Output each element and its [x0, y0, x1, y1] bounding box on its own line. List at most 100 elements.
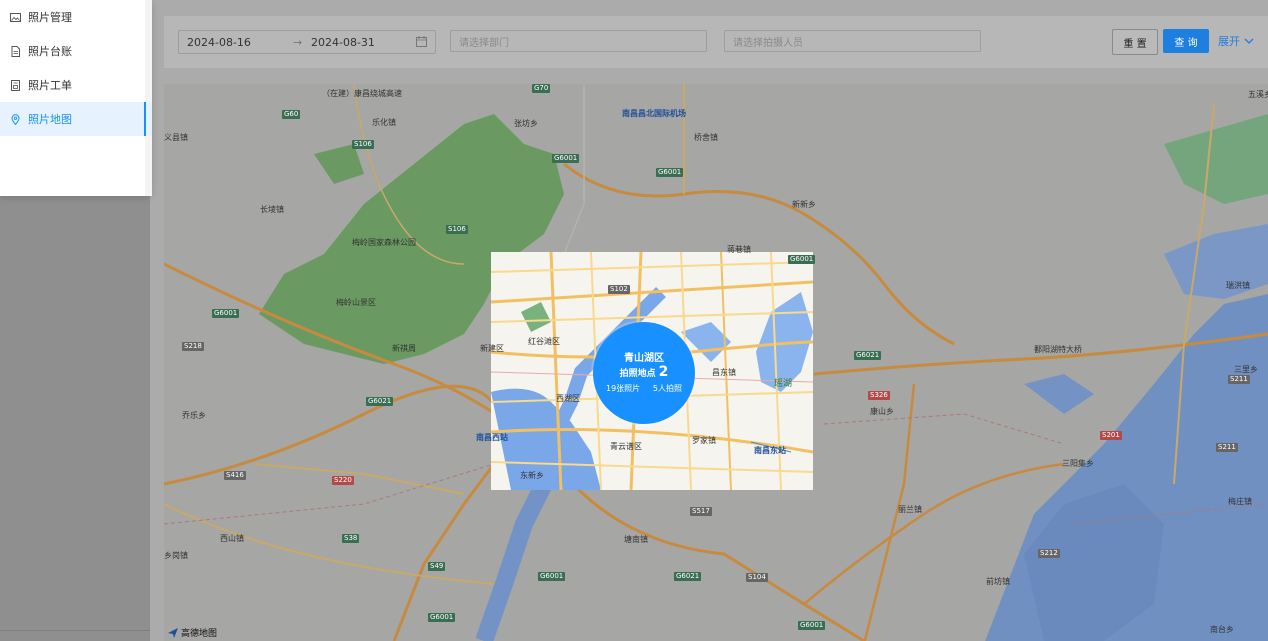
sidebar-item-photo-ledger[interactable]: 照片台账 — [0, 34, 152, 68]
date-range-picker[interactable]: 2024-08-16 → 2024-08-31 — [178, 30, 436, 54]
date-separator: → — [293, 35, 303, 49]
map-label: 瑞洪镇 — [1226, 281, 1250, 290]
expand-button[interactable]: 展开 — [1218, 33, 1254, 49]
road-shield: S201 — [1100, 431, 1122, 440]
divider — [0, 630, 150, 631]
sidebar-item-photo-map[interactable]: 照片地图 — [0, 102, 152, 136]
road-shield: G6001 — [212, 309, 240, 318]
map-label: 丽兰镇 — [898, 505, 922, 514]
map-label: 康山乡 — [870, 407, 894, 416]
department-placeholder: 请选择部门 — [459, 37, 509, 49]
map-label: 新新乡 — [792, 200, 816, 209]
amap-logo: 高德地图 — [168, 626, 217, 639]
cluster-spots-count: 2 — [658, 364, 669, 380]
road-shield: G6001 — [428, 613, 456, 622]
sidebar-menu: 照片管理 照片台账 照片工单 照片地图 — [0, 0, 152, 196]
map-label: 瑶湖 — [774, 379, 793, 389]
sidebar-item-label: 照片工单 — [28, 79, 72, 92]
document-icon — [10, 45, 21, 57]
road-shield: S106 — [446, 225, 468, 234]
cluster-spots-label: 拍照地点 — [619, 369, 656, 379]
map-label: （在建）康昌绕城高速 — [322, 89, 402, 98]
map-label: 梅岭国家森林公园 — [352, 238, 416, 247]
map-view[interactable]: （在建）康昌绕城高速 南昌昌北国际机场 梅岭国家森林公园 梅岭山景区 乐化镇 张… — [164, 84, 1268, 641]
map-label: 五溪乡 — [1248, 90, 1268, 99]
calendar-icon[interactable] — [416, 36, 427, 50]
map-label: 梅岭山景区 — [336, 298, 376, 307]
map-label: 张坊乡 — [514, 119, 538, 128]
cluster-people: 5人拍照 — [652, 384, 682, 393]
expand-label: 展开 — [1218, 35, 1240, 48]
date-start[interactable]: 2024-08-16 — [187, 36, 251, 49]
map-label: 三阳集乡 — [1062, 459, 1094, 468]
road-shield: G6001 — [538, 572, 566, 581]
sidebar-item-label: 照片管理 — [28, 11, 72, 24]
map-label: 蒋巷镇 — [727, 245, 751, 254]
road-shield: G6021 — [366, 397, 394, 406]
road-shield: S220 — [332, 476, 354, 485]
department-select[interactable]: 请选择部门 — [450, 30, 707, 52]
map-label: 新建区 — [480, 344, 504, 353]
sidebar-item-label: 照片地图 — [28, 113, 72, 126]
map-label: 南昌东站 — [754, 446, 786, 455]
road-shield: G6001 — [552, 154, 580, 163]
sidebar-item-photo-management[interactable]: 照片管理 — [0, 0, 152, 34]
map-label: 南台乡 — [1210, 625, 1234, 634]
cluster-district: 青山湖区 — [624, 353, 664, 364]
map-label: 梅庄镇 — [1228, 497, 1252, 506]
map-label: 罗家镇 — [692, 436, 716, 445]
main-content: 2024-08-16 → 2024-08-31 请选择部门 请选择拍摄人员 重 … — [150, 0, 1268, 641]
map-label: 义县镇 — [164, 133, 188, 142]
cluster-spots: 拍照地点 2 — [593, 364, 695, 380]
road-shield: S211 — [1216, 443, 1238, 452]
image-icon — [10, 12, 21, 23]
map-label: 三里乡 — [1234, 365, 1258, 374]
date-end[interactable]: 2024-08-31 — [311, 36, 375, 49]
map-label: 西山镇 — [220, 534, 244, 543]
road-shield: S49 — [428, 562, 446, 571]
chevron-down-icon — [1244, 35, 1254, 48]
road-shield: S218 — [182, 342, 204, 351]
filter-bar: 2024-08-16 → 2024-08-31 请选择部门 请选择拍摄人员 重 … — [164, 16, 1268, 68]
photographer-placeholder: 请选择拍摄人员 — [733, 37, 803, 49]
reset-button[interactable]: 重 置 — [1112, 29, 1158, 55]
map-label: 鄱阳湖特大桥 — [1034, 345, 1082, 354]
cluster-stats: 19张照片 5人拍照 — [593, 383, 695, 394]
road-shield: G6001 — [656, 168, 684, 177]
photo-cluster-marker[interactable]: 青山湖区 拍照地点 2 19张照片 5人拍照 — [593, 322, 695, 424]
map-label: 青云谱区 — [610, 442, 642, 451]
road-shield: S326 — [868, 391, 890, 400]
map-label: 新祺周 — [392, 344, 416, 353]
location-pin-icon — [10, 113, 21, 125]
road-shield: G6001 — [788, 255, 816, 264]
map-label: 西湖区 — [556, 394, 580, 403]
road-shield: S38 — [342, 534, 360, 543]
road-shield: S517 — [690, 507, 712, 516]
road-shield: G60 — [282, 110, 301, 119]
cluster-photos: 19张照片 — [606, 384, 641, 393]
map-label: 乐化镇 — [372, 118, 396, 127]
road-shield: S102 — [608, 285, 630, 294]
map-label: 前坊镇 — [986, 577, 1010, 586]
map-label: 桥舍镇 — [694, 133, 718, 142]
map-label: 昌东镇 — [712, 368, 736, 377]
photographer-select[interactable]: 请选择拍摄人员 — [724, 30, 981, 52]
amap-logo-text: 高德地图 — [181, 629, 218, 639]
map-label: 乔乐乡 — [182, 411, 206, 420]
map-label: 乡岗镇 — [164, 551, 188, 560]
road-shield: S416 — [224, 471, 246, 480]
arrow-logo-icon — [168, 627, 178, 638]
road-shield: G6001 — [798, 621, 826, 630]
query-button[interactable]: 查 询 — [1163, 29, 1209, 53]
map-label: 南昌昌北国际机场 — [622, 109, 686, 118]
map-label: 东新乡 — [520, 471, 544, 480]
road-shield: S104 — [746, 573, 768, 582]
road-shield: S106 — [352, 140, 374, 149]
road-shield: S211 — [1228, 375, 1250, 384]
road-shield: G6021 — [854, 351, 882, 360]
sidebar-item-photo-workorder[interactable]: 照片工单 — [0, 68, 152, 102]
workorder-icon — [10, 79, 21, 91]
road-shield: G6021 — [674, 572, 702, 581]
map-label: 长堎镇 — [260, 205, 284, 214]
map-label: 南昌西站 — [476, 433, 508, 442]
